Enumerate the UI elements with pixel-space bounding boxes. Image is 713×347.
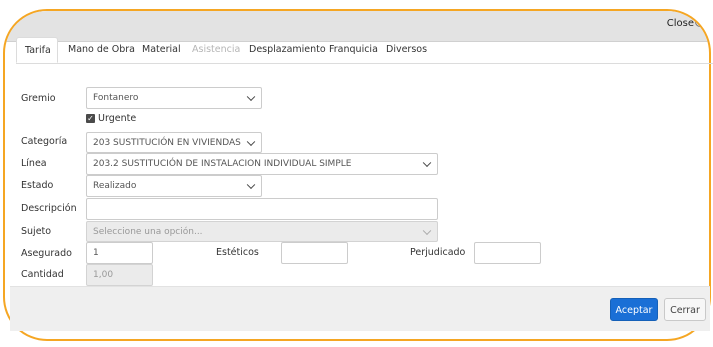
categoria-select[interactable]: 203 SUSTITUCIÓN EN VIVIENDAS — [86, 132, 262, 153]
asegurado-input[interactable]: 1 — [86, 242, 153, 264]
cantidad-label: Cantidad — [21, 269, 64, 280]
sujeto-label: Sujeto — [21, 226, 52, 237]
urgente-label: Urgente — [98, 113, 137, 124]
linea-value: 203.2 SUSTITUCIÓN DE INSTALACION INDIVID… — [93, 159, 352, 169]
asegurado-value: 1 — [93, 248, 99, 258]
gremio-label: Gremio — [21, 93, 56, 104]
tab-franquicia[interactable]: Franquicia — [321, 37, 386, 63]
tab-mano-de-obra[interactable]: Mano de Obra — [60, 37, 143, 63]
close-icon — [695, 17, 705, 27]
descripcion-input[interactable] — [86, 198, 438, 220]
categoria-value: 203 SUSTITUCIÓN EN VIVIENDAS — [93, 137, 241, 148]
linea-label: Línea — [21, 158, 47, 169]
estado-select[interactable]: Realizado — [86, 175, 262, 197]
accept-button[interactable]: Aceptar — [610, 298, 658, 321]
perjudicado-input[interactable] — [474, 242, 541, 264]
asegurado-label: Asegurado — [21, 248, 72, 259]
urgente-checkbox[interactable]: ✓ — [86, 114, 95, 123]
esteticos-input[interactable] — [281, 242, 348, 264]
estado-value: Realizado — [93, 181, 137, 191]
cantidad-input: 1,00 — [86, 264, 153, 286]
linea-select[interactable]: 203.2 SUSTITUCIÓN DE INSTALACION INDIVID… — [86, 153, 438, 175]
dialog-footer: Aceptar Cerrar — [10, 286, 710, 331]
estado-label: Estado — [21, 180, 54, 191]
cantidad-value: 1,00 — [93, 270, 114, 280]
chevron-down-icon — [246, 137, 256, 146]
tab-asistencia: Asistencia — [192, 44, 241, 55]
close-button[interactable]: Close — [667, 17, 705, 29]
chevron-down-icon — [422, 158, 432, 168]
gremio-select[interactable]: Fontanero — [86, 87, 262, 109]
sujeto-select: Seleccione una opción... — [86, 221, 438, 242]
chevron-down-icon — [246, 180, 256, 190]
chevron-down-icon — [246, 92, 256, 102]
sujeto-placeholder: Seleccione una opción... — [93, 226, 203, 237]
perjudicado-label: Perjudicado — [410, 247, 466, 258]
tab-diversos[interactable]: Diversos — [378, 37, 435, 63]
tab-tarifa[interactable]: Tarifa — [16, 37, 58, 63]
close-dialog-button[interactable]: Cerrar — [664, 298, 706, 321]
chevron-down-icon — [422, 226, 432, 235]
gremio-value: Fontanero — [93, 93, 139, 103]
descripcion-label: Descripción — [21, 203, 77, 214]
categoria-label: Categoría — [21, 136, 68, 147]
tab-desplazamiento[interactable]: Desplazamiento — [241, 37, 334, 63]
close-label: Close — [666, 18, 694, 29]
tab-material[interactable]: Material — [134, 37, 189, 63]
esteticos-label: Estéticos — [216, 247, 259, 258]
tab-bar: Tarifa Mano de Obra Material Asistencia … — [16, 37, 713, 64]
